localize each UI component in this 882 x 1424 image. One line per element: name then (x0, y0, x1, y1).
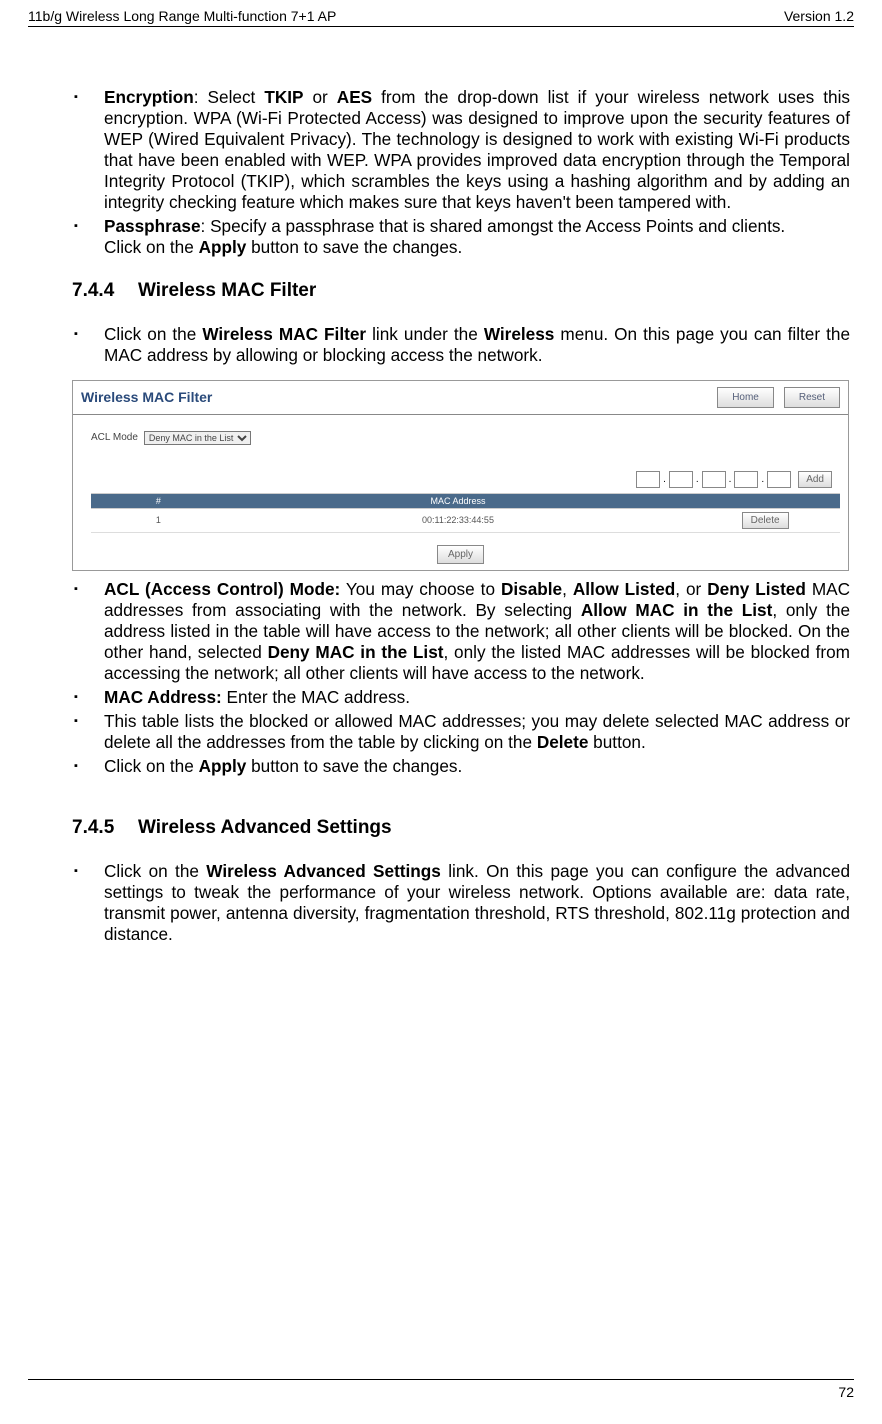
section-title: Wireless MAC Filter (138, 280, 316, 301)
t: : Select (194, 87, 265, 107)
bullet-text: This table lists the blocked or allowed … (104, 711, 850, 753)
section-num: 7.4.4 (72, 280, 138, 302)
t: Click on the (104, 237, 199, 257)
bullet-acl-mode: ▪ ACL (Access Control) Mode: You may cho… (72, 579, 850, 684)
page-content: ▪ Encryption: Select TKIP or AES from th… (28, 87, 854, 945)
header-right: Version 1.2 (784, 8, 854, 24)
mac-octet-4[interactable] (734, 471, 758, 488)
t: AES (337, 87, 372, 107)
col-mac: MAC Address (226, 493, 690, 508)
reset-button[interactable]: Reset (784, 387, 840, 408)
bullet-text: ACL (Access Control) Mode: You may choos… (104, 579, 850, 684)
acl-mode-select[interactable]: Deny MAC in the List (144, 431, 251, 445)
t: Deny Listed (707, 579, 806, 599)
section-745-heading: 7.4.5Wireless Advanced Settings (72, 817, 850, 839)
row-mac: 00:11:22:33:44:55 (226, 508, 690, 532)
bullet-text: MAC Address: Enter the MAC address. (104, 687, 850, 708)
page-header: 11b/g Wireless Long Range Multi-function… (28, 8, 854, 27)
t: Allow Listed (573, 579, 675, 599)
t: Deny MAC in the List (268, 642, 444, 662)
header-left: 11b/g Wireless Long Range Multi-function… (28, 8, 336, 24)
bullet-mac-address: ▪ MAC Address: Enter the MAC address. (72, 687, 850, 708)
col-action (690, 493, 840, 508)
delete-button[interactable]: Delete (742, 512, 789, 529)
page-number: 72 (838, 1384, 854, 1400)
t: or (303, 87, 336, 107)
section-744-heading: 7.4.4Wireless MAC Filter (72, 280, 850, 302)
bullet-text: Passphrase: Specify a passphrase that is… (104, 216, 850, 258)
t: , (562, 579, 573, 599)
mac-filter-screenshot: Wireless MAC Filter Home Reset ACL Mode … (72, 380, 849, 571)
t: button to save the changes. (246, 237, 462, 257)
t: Click on the (104, 756, 199, 776)
bullet-mark-icon: ▪ (72, 579, 104, 684)
t: ACL (Access Control) Mode: (104, 579, 340, 599)
bullet-mark-icon: ▪ (72, 216, 104, 258)
t: Click on the (104, 861, 206, 881)
toolbar-buttons: Home Reset (717, 387, 840, 408)
t: : Specify a passphrase that is shared am… (201, 216, 786, 236)
bullet-mark-icon: ▪ (72, 324, 104, 366)
home-button[interactable]: Home (717, 387, 774, 408)
t: MAC Address: (104, 687, 222, 707)
row-num: 1 (91, 508, 226, 532)
mac-octet-5[interactable] (767, 471, 791, 488)
bullet-text: Click on the Wireless Advanced Settings … (104, 861, 850, 945)
bullet-table-delete: ▪ This table lists the blocked or allowe… (72, 711, 850, 753)
mac-octet-1[interactable] (636, 471, 660, 488)
bullet-mark-icon: ▪ (72, 711, 104, 753)
mac-input-row: . . . . Add (91, 471, 840, 488)
bullet-text: Click on the Wireless MAC Filter link un… (104, 324, 850, 366)
bullet-mark-icon: ▪ (72, 861, 104, 945)
bullet-advanced-intro: ▪ Click on the Wireless Advanced Setting… (72, 861, 850, 945)
apply-button[interactable]: Apply (437, 545, 484, 564)
t: You may choose to (340, 579, 501, 599)
bullet-mark-icon: ▪ (72, 87, 104, 213)
table-row: 1 00:11:22:33:44:55 Delete (91, 508, 840, 532)
mac-octet-3[interactable] (702, 471, 726, 488)
section-title: Wireless Advanced Settings (138, 817, 392, 838)
screenshot-toolbar: Wireless MAC Filter Home Reset (73, 381, 848, 415)
add-button[interactable]: Add (798, 471, 832, 488)
t: link under the (366, 324, 484, 344)
bullet-text: Encryption: Select TKIP or AES from the … (104, 87, 850, 213)
t: , or (675, 579, 707, 599)
t: This table lists the blocked or allowed … (104, 711, 850, 752)
t: button to save the changes. (246, 756, 462, 776)
mac-octet-2[interactable] (669, 471, 693, 488)
t: Wireless (484, 324, 555, 344)
bullet-encryption: ▪ Encryption: Select TKIP or AES from th… (72, 87, 850, 213)
acl-mode-row: ACL Mode Deny MAC in the List (91, 431, 840, 445)
bullet-text: Click on the Apply button to save the ch… (104, 756, 850, 777)
bullet-apply: ▪ Click on the Apply button to save the … (72, 756, 850, 777)
section-num: 7.4.5 (72, 817, 138, 839)
bullet-macfilter-intro: ▪ Click on the Wireless MAC Filter link … (72, 324, 850, 366)
screenshot-body: ACL Mode Deny MAC in the List . . . . Ad… (73, 415, 848, 533)
mac-table: # MAC Address 1 00:11:22:33:44:55 Delete (91, 493, 840, 533)
t: Apply (199, 756, 247, 776)
t: button. (588, 732, 645, 752)
page-footer: 72 (28, 1379, 854, 1400)
t: Apply (199, 237, 247, 257)
apply-row: Apply (73, 533, 848, 570)
t: Disable (501, 579, 562, 599)
t: Allow MAC in the List (581, 600, 773, 620)
bullet-mark-icon: ▪ (72, 756, 104, 777)
bullet-mark-icon: ▪ (72, 687, 104, 708)
acl-mode-label: ACL Mode (91, 432, 138, 443)
t: Delete (537, 732, 589, 752)
passphrase-label: Passphrase (104, 216, 201, 236)
col-num: # (91, 493, 226, 508)
screenshot-title: Wireless MAC Filter (81, 389, 212, 405)
t: Enter the MAC address. (222, 687, 410, 707)
bullet-passphrase: ▪ Passphrase: Specify a passphrase that … (72, 216, 850, 258)
t: Wireless Advanced Settings (206, 861, 441, 881)
t: Click on the (104, 324, 202, 344)
encryption-label: Encryption (104, 87, 194, 107)
t: Wireless MAC Filter (202, 324, 366, 344)
t: TKIP (264, 87, 303, 107)
